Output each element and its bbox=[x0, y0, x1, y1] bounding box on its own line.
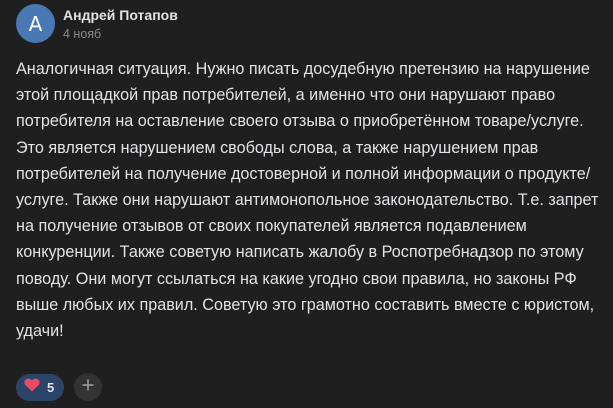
comment-date[interactable]: 4 нояб bbox=[63, 27, 101, 41]
avatar[interactable]: А bbox=[16, 4, 55, 43]
author-name[interactable]: Андрей Потапов bbox=[63, 7, 178, 23]
reactions-bar: 5 bbox=[16, 373, 103, 401]
avatar-letter: А bbox=[28, 11, 43, 36]
heart-icon bbox=[24, 378, 40, 397]
comment-text: Аналогичная ситуация. Нужно писать досуд… bbox=[16, 60, 599, 341]
add-reaction-button[interactable] bbox=[74, 373, 103, 401]
heart-reaction-button[interactable]: 5 bbox=[16, 373, 65, 401]
comment: А Андрей Потапов 4 нояб Аналогичная ситу… bbox=[0, 0, 613, 408]
heart-reaction-count: 5 bbox=[47, 379, 55, 395]
plus-icon bbox=[82, 378, 94, 396]
